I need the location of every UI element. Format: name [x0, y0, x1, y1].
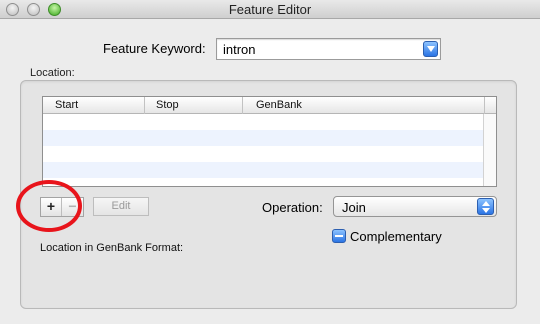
complementary-label[interactable]: Complementary	[350, 229, 442, 244]
up-down-arrows-icon	[477, 198, 494, 215]
location-section-label: Location:	[30, 67, 75, 79]
table-row[interactable]	[43, 114, 484, 130]
column-header-genbank[interactable]: GenBank	[256, 99, 302, 111]
feature-keyword-label: Feature Keyword:	[103, 41, 206, 56]
table-row[interactable]	[43, 146, 484, 162]
operation-label: Operation:	[262, 200, 323, 215]
table-header: Start Stop GenBank	[43, 97, 496, 114]
mixed-state-icon	[335, 235, 343, 237]
table-row[interactable]	[43, 178, 484, 186]
operation-popup-button[interactable]: Join	[333, 196, 497, 217]
column-header-stop[interactable]: Stop	[156, 99, 179, 111]
complementary-checkbox[interactable]	[332, 229, 346, 243]
column-divider	[144, 97, 145, 114]
column-divider	[484, 97, 485, 114]
column-header-start[interactable]: Start	[55, 99, 78, 111]
feature-keyword-value[interactable]: intron	[223, 42, 256, 57]
chevron-down-icon[interactable]	[423, 41, 438, 57]
column-divider	[242, 97, 243, 114]
window-title: Feature Editor	[228, 2, 312, 17]
feature-keyword-combobox[interactable]: intron	[216, 38, 441, 60]
title-bar: Feature Editor	[0, 0, 540, 19]
location-table[interactable]: Start Stop GenBank	[42, 96, 497, 187]
genbank-format-label: Location in GenBank Format:	[40, 242, 184, 254]
highlight-circle-annotation	[16, 180, 82, 232]
table-row[interactable]	[43, 130, 484, 146]
edit-location-button[interactable]: Edit	[93, 197, 149, 216]
table-row[interactable]	[43, 162, 484, 178]
operation-value: Join	[342, 200, 366, 215]
table-scrollbar[interactable]	[483, 114, 496, 186]
